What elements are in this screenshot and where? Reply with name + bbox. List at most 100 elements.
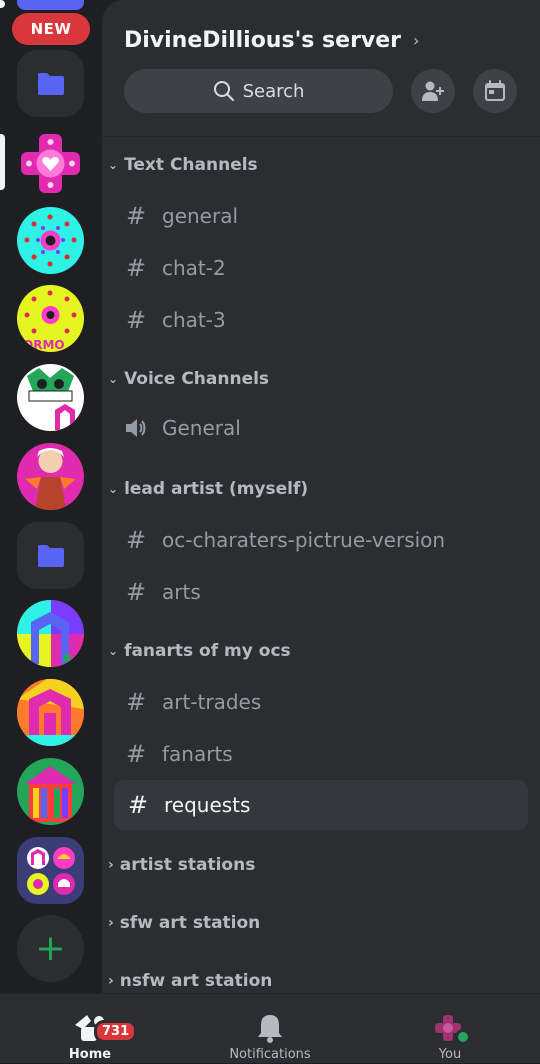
selected-server-indicator [0,134,5,190]
channel-fanarts[interactable]: # fanarts [124,740,233,768]
category-voice-channels[interactable]: ⌄ Voice Channels [108,369,269,389]
chevron-right-icon: › [108,973,114,989]
server-icon-cyan[interactable] [17,207,84,274]
add-user-icon [422,81,444,101]
category-label: artist stations [119,855,256,875]
heart-flower-icon [21,134,80,193]
category-label: sfw art station [119,913,261,933]
unread-indicator [0,0,5,8]
hash-icon: # [125,254,147,282]
chevron-right-icon: › [108,857,114,873]
search-button[interactable]: Search [124,69,393,113]
category-nsfw-art-station[interactable]: › nsfw art station [108,971,272,991]
dotted-mandala-yellow-icon: ORMO [23,290,77,352]
server-folder-3[interactable] [17,837,84,904]
category-label: Voice Channels [124,369,270,389]
m-logo-icon [17,679,84,746]
server-icon-patchwork[interactable] [17,600,84,667]
server-icon-white[interactable] [17,364,84,431]
header-divider [102,136,540,137]
nav-label: Home [68,1047,112,1062]
add-server-button[interactable]: + [17,915,84,982]
search-label: Search [242,80,305,102]
character-portrait-icon [25,448,76,510]
category-artist-stations[interactable]: › artist stations [108,855,255,875]
category-fanarts-of-my-ocs[interactable]: ⌄ fanarts of my ocs [108,641,291,661]
folder-preview-icon [26,846,75,895]
channel-label: requests [164,793,251,817]
category-label: Text Channels [124,155,258,175]
bell-icon [258,1015,282,1043]
server-icon-yellow[interactable]: ORMO [17,285,84,352]
chevron-right-icon: › [413,31,420,50]
online-status-icon [455,1029,471,1045]
channel-chat-2[interactable]: # chat-2 [124,254,226,282]
chevron-down-icon: ⌄ [108,482,119,496]
server-title: DivineDillious's server [124,28,402,53]
chevron-down-icon: ⌄ [108,372,119,386]
hash-icon: # [127,791,149,819]
category-sfw-art-station[interactable]: › sfw art station [108,913,260,933]
user-avatar [433,1013,471,1045]
channel-label: chat-3 [162,308,226,332]
plus-icon: + [35,927,66,969]
category-lead-artist[interactable]: ⌄ lead artist (myself) [108,479,308,499]
hash-icon: # [125,578,147,606]
category-label: nsfw art station [119,971,273,991]
patchwork-building-icon [17,600,84,667]
channel-label: General [162,416,241,440]
channel-label: oc-charaters-pictrue-version [162,528,446,552]
channel-requests[interactable]: # requests [114,780,528,830]
folder-icon [37,544,64,567]
channel-art-trades[interactable]: # art-trades [124,688,261,716]
channel-general[interactable]: # general [124,202,238,230]
server-folder-1[interactable] [17,50,84,117]
channel-arts[interactable]: # arts [124,578,201,606]
server-icon-house[interactable] [17,758,84,825]
server-icon-divine[interactable] [17,130,84,197]
search-icon [213,81,234,101]
folder-icon [37,72,64,95]
speaker-icon [126,419,146,437]
channel-label: art-trades [162,690,262,714]
channel-label: arts [162,580,201,604]
channel-oc-charaters-pictrue-version[interactable]: # oc-charaters-pictrue-version [124,526,445,554]
hash-icon: # [125,306,147,334]
chevron-right-icon: › [108,915,114,931]
channel-panel: DivineDillious's server › Search ⌄ Text … [102,0,540,993]
channel-voice-general[interactable]: General [124,416,241,440]
events-button[interactable] [473,69,517,113]
hash-icon: # [125,688,147,716]
dotted-mandala-icon [24,214,77,267]
hash-icon: # [125,526,147,554]
home-unread-badge: 731 [94,1020,138,1043]
channel-chat-3[interactable]: # chat-3 [124,306,226,334]
nav-notifications[interactable]: Notifications [210,994,330,1064]
server-icon-pink-character[interactable] [17,443,84,510]
calendar-icon [485,80,505,101]
hash-icon: # [125,202,147,230]
new-badge: NEW [12,13,90,45]
category-label: lead artist (myself) [124,479,309,499]
rainbow-house-icon [25,766,76,822]
channel-label: general [162,204,239,228]
server-folder-2[interactable] [17,522,84,589]
server-icon-partial[interactable] [17,0,84,10]
server-icon-m-logo[interactable] [17,679,84,746]
hash-icon: # [125,740,147,768]
server-rail: NEW ORMO + [0,0,102,993]
nav-you[interactable]: You [390,994,510,1064]
nav-label: You [438,1047,462,1062]
nav-label: Notifications [229,1047,311,1062]
svg-text:ORMO: ORMO [23,338,65,352]
category-text-channels[interactable]: ⌄ Text Channels [108,155,258,175]
nav-home[interactable]: Home 731 [30,994,150,1064]
invite-members-button[interactable] [411,69,455,113]
channel-label: chat-2 [162,256,226,280]
bottom-navigation: Home 731 Notifications You [0,993,540,1063]
character-art-icon [27,368,75,430]
server-header[interactable]: DivineDillious's server › [124,28,419,53]
channel-label: fanarts [162,742,233,766]
chevron-down-icon: ⌄ [108,158,119,172]
category-label: fanarts of my ocs [124,641,291,661]
